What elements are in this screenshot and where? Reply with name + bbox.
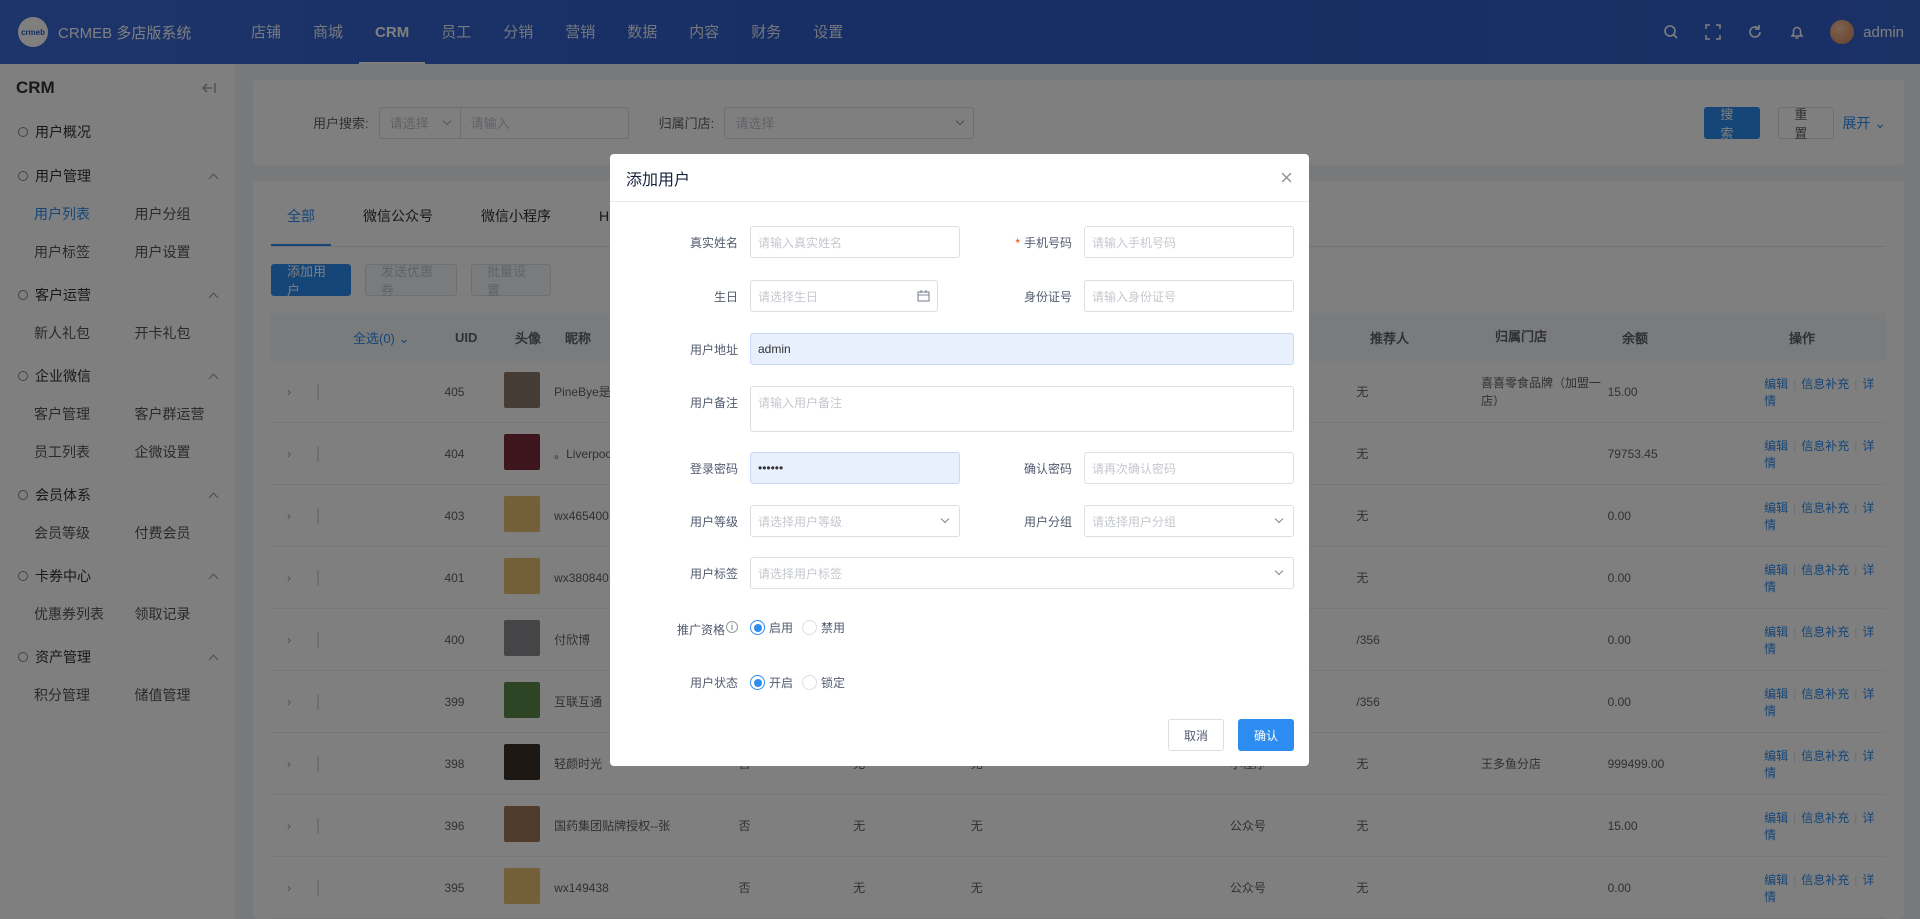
chevron-down-icon — [940, 514, 950, 524]
level-label: 用户等级 — [689, 515, 738, 529]
phone-label-text: 手机号码 — [1023, 236, 1072, 250]
status-open-label: 开启 — [769, 676, 794, 690]
modal-header: 添加用户 × — [610, 154, 1309, 202]
group-placeholder: 请选择用户分组 — [1092, 514, 1177, 529]
promo-label: 推广资格 i — [618, 621, 738, 638]
status-open-radio[interactable]: 开启 — [750, 674, 793, 691]
close-icon[interactable]: × — [1280, 165, 1293, 191]
status-lock-radio[interactable]: 锁定 — [802, 674, 845, 691]
birthday-label: 生日 — [713, 290, 738, 304]
confirm-button[interactable]: 确认 — [1238, 719, 1294, 751]
address-label: 用户地址 — [689, 343, 738, 357]
chevron-down-icon — [1274, 514, 1284, 524]
birthday-picker[interactable]: 请选择生日 — [750, 280, 938, 312]
password-label: 登录密码 — [689, 462, 738, 476]
status-label: 用户状态 — [689, 676, 738, 690]
cancel-button[interactable]: 取消 — [1168, 719, 1224, 751]
real-name-placeholder: 请输入真实姓名 — [758, 235, 843, 250]
phone-label: * 手机号码 — [1015, 236, 1072, 250]
confirm-password-input[interactable]: 请再次确认密码 — [1084, 452, 1294, 484]
radio-checked-icon — [750, 620, 765, 635]
promo-label-text: 推广资格 — [676, 623, 725, 637]
password-value: •••••• — [758, 461, 784, 475]
real-name-label: 真实姓名 — [689, 236, 738, 250]
address-value: admin — [758, 342, 791, 356]
phone-input[interactable]: 请输入手机号码 — [1084, 226, 1294, 258]
modal-body: 真实姓名 请输入真实姓名 * 手机号码 请输入手机号码 生日 请选择生日 身份证号… — [610, 202, 1309, 766]
level-placeholder: 请选择用户等级 — [758, 514, 843, 529]
level-select[interactable]: 请选择用户等级 — [750, 505, 960, 537]
promo-enable-label: 启用 — [769, 621, 794, 635]
remark-label: 用户备注 — [689, 396, 738, 410]
chevron-down-icon — [1274, 566, 1284, 576]
tags-select[interactable]: 请选择用户标签 — [750, 557, 1294, 589]
promo-enable-radio[interactable]: 启用 — [750, 619, 793, 636]
real-name-input[interactable]: 请输入真实姓名 — [750, 226, 960, 258]
group-label: 用户分组 — [1023, 515, 1072, 529]
confirm-password-placeholder: 请再次确认密码 — [1092, 461, 1177, 476]
info-icon[interactable]: i — [726, 621, 738, 633]
remark-textarea[interactable]: 请输入用户备注 — [750, 386, 1294, 432]
id-card-input[interactable]: 请输入身份证号 — [1084, 280, 1294, 312]
password-input[interactable]: •••••• — [750, 452, 960, 484]
radio-unchecked-icon — [802, 675, 817, 690]
promo-disable-label: 禁用 — [821, 621, 846, 635]
address-input[interactable]: admin — [750, 333, 1294, 365]
tags-label: 用户标签 — [689, 567, 738, 581]
tags-placeholder: 请选择用户标签 — [758, 566, 843, 581]
radio-checked-icon — [750, 675, 765, 690]
id-card-placeholder: 请输入身份证号 — [1092, 289, 1177, 304]
confirm-password-label: 确认密码 — [1023, 462, 1072, 476]
remark-placeholder: 请输入用户备注 — [758, 396, 843, 410]
id-card-label: 身份证号 — [1023, 290, 1072, 304]
birthday-placeholder: 请选择生日 — [758, 289, 819, 304]
add-user-modal: 添加用户 × 真实姓名 请输入真实姓名 * 手机号码 请输入手机号码 生日 请选择… — [610, 154, 1309, 766]
status-lock-label: 锁定 — [821, 676, 846, 690]
calendar-icon — [917, 290, 930, 302]
modal-title: 添加用户 — [626, 171, 691, 189]
radio-unchecked-icon — [802, 620, 817, 635]
phone-placeholder: 请输入手机号码 — [1092, 235, 1177, 250]
group-select[interactable]: 请选择用户分组 — [1084, 505, 1294, 537]
promo-disable-radio[interactable]: 禁用 — [802, 619, 845, 636]
